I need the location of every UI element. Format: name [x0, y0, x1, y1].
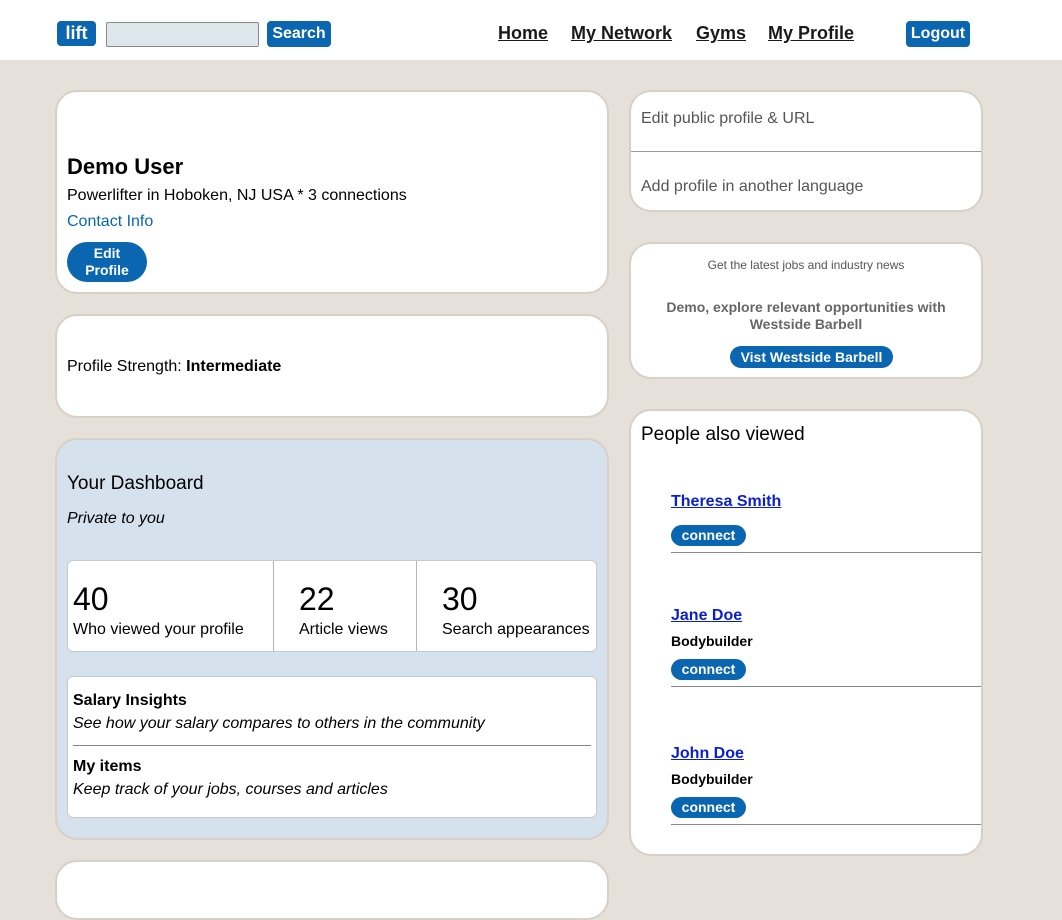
insight-title: Salary Insights: [73, 692, 187, 709]
profile-settings-card: Edit public profile & URL Add profile in…: [629, 90, 983, 212]
person-name-link[interactable]: Jane Doe: [671, 607, 742, 625]
stat-value: 30: [442, 581, 478, 617]
lift-logo[interactable]: lift: [57, 21, 96, 46]
profile-name: Demo User: [67, 154, 184, 179]
contact-info-link[interactable]: Contact Info: [67, 213, 153, 231]
edit-profile-button[interactable]: Edit Profile: [67, 242, 147, 282]
dashboard-insights: Salary Insights See how your salary comp…: [67, 676, 597, 818]
people-also-viewed-title: People also viewed: [641, 424, 805, 445]
person-title: Bodybuilder: [671, 633, 753, 649]
nav-my-profile[interactable]: My Profile: [768, 22, 854, 44]
dashboard-title: Your Dashboard: [67, 473, 204, 494]
stat-article-views[interactable]: 22 Article views: [274, 561, 416, 651]
profile-strength-label: Profile Strength:: [67, 358, 187, 375]
my-items-item[interactable]: My items Keep track of your jobs, course…: [73, 758, 388, 799]
promo-message-line2: Westside Barbell: [749, 316, 863, 332]
person-title: Bodybuilder: [671, 771, 753, 787]
logout-button[interactable]: Logout: [906, 21, 970, 47]
person-name-link[interactable]: Theresa Smith: [671, 493, 781, 511]
dashboard-card: Your Dashboard Private to you 40 Who vie…: [55, 438, 609, 840]
insight-divider: [73, 745, 591, 746]
salary-insights-item[interactable]: Salary Insights See how your salary comp…: [73, 692, 485, 733]
connect-button[interactable]: connect: [671, 659, 746, 680]
edit-profile-label-line1: Edit: [93, 245, 121, 261]
person-divider: [671, 824, 981, 825]
top-navigation-bar: lift Search Home My Network Gyms My Prof…: [0, 0, 1062, 60]
visit-westside-barbell-button[interactable]: Vist Westside Barbell: [730, 346, 893, 368]
profile-strength: Profile Strength: Intermediate: [67, 358, 281, 376]
connect-button[interactable]: connect: [671, 797, 746, 818]
person-divider: [671, 686, 981, 687]
list-item: John Doe Bodybuilder connect: [671, 745, 981, 831]
connect-button[interactable]: connect: [671, 525, 746, 546]
search-button[interactable]: Search: [267, 21, 331, 47]
settings-divider: [631, 151, 981, 152]
stat-value: 40: [73, 581, 109, 617]
stat-value: 22: [299, 581, 335, 617]
profile-card: Demo User Powerlifter in Hoboken, NJ USA…: [55, 90, 609, 294]
profile-headline: Powerlifter in Hoboken, NJ USA * 3 conne…: [67, 187, 407, 204]
list-item: Jane Doe Bodybuilder connect: [671, 607, 981, 693]
nav-gyms[interactable]: Gyms: [696, 22, 746, 44]
people-also-viewed-card: People also viewed Theresa Smith connect…: [629, 409, 983, 856]
additional-card: [55, 860, 609, 920]
edit-public-profile-link[interactable]: Edit public profile & URL: [641, 110, 814, 128]
edit-profile-label-line2: Profile: [85, 262, 129, 278]
dashboard-subtitle: Private to you: [67, 510, 165, 527]
stat-label: Search appearances: [442, 621, 590, 638]
nav-home[interactable]: Home: [498, 22, 548, 44]
person-name-link[interactable]: John Doe: [671, 745, 744, 763]
stat-label: Article views: [299, 621, 388, 638]
nav-my-network[interactable]: My Network: [571, 22, 672, 44]
add-language-profile-link[interactable]: Add profile in another language: [641, 178, 863, 196]
stat-search-appearances[interactable]: 30 Search appearances: [417, 561, 595, 651]
promo-card: Get the latest jobs and industry news De…: [629, 242, 983, 379]
stat-profile-views[interactable]: 40 Who viewed your profile: [68, 561, 273, 651]
list-item: Theresa Smith connect: [671, 493, 981, 555]
search-input[interactable]: [106, 22, 259, 47]
promo-message-line1: Demo, explore relevant opportunities wit…: [666, 299, 946, 315]
promo-tagline: Get the latest jobs and industry news: [707, 258, 905, 272]
dashboard-stats: 40 Who viewed your profile 22 Article vi…: [67, 560, 597, 652]
insight-desc: See how your salary compares to others i…: [73, 715, 485, 732]
person-divider: [671, 552, 981, 553]
profile-strength-card: Profile Strength: Intermediate: [55, 314, 609, 418]
insight-desc: Keep track of your jobs, courses and art…: [73, 781, 388, 798]
profile-strength-value: Intermediate: [186, 358, 282, 375]
insight-title: My items: [73, 758, 142, 775]
stat-label: Who viewed your profile: [73, 621, 244, 638]
